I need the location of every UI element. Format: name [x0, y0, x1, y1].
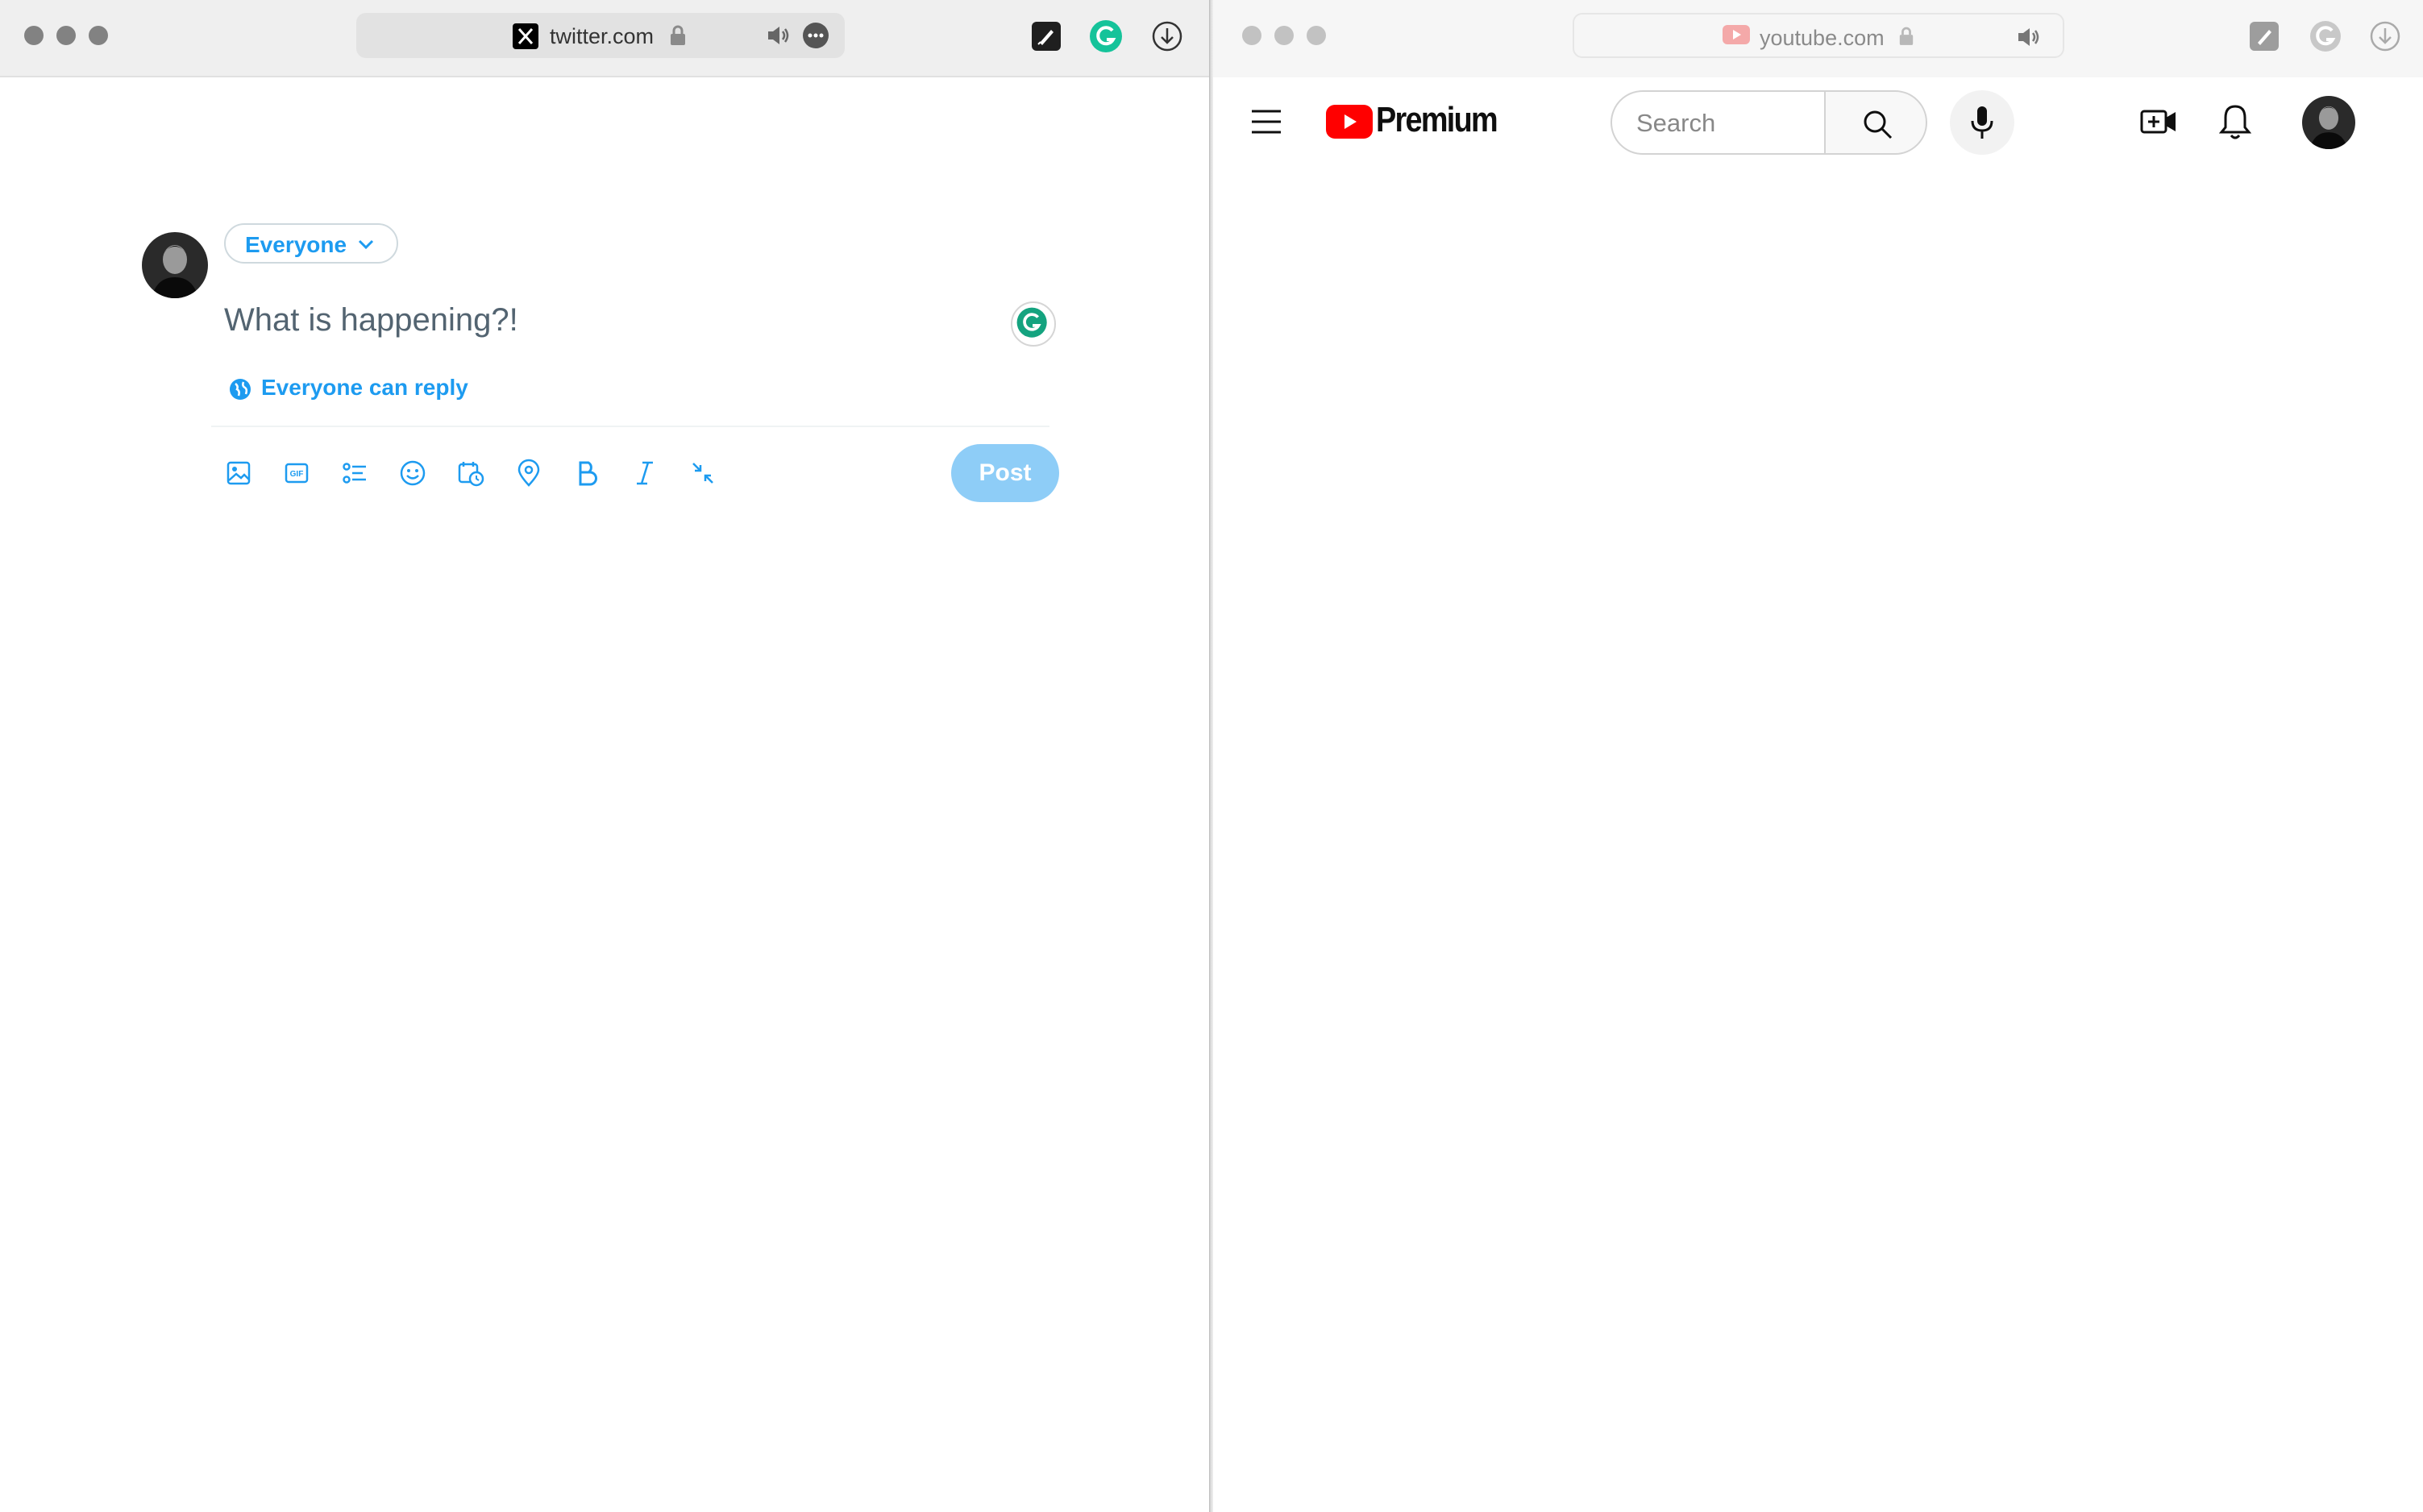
post-button[interactable]: Post	[951, 444, 1059, 502]
chevron-down-icon	[355, 233, 377, 255]
svg-text:GIF: GIF	[290, 470, 304, 479]
youtube-favicon-icon	[1723, 25, 1750, 46]
hamburger-menu-icon[interactable]	[1250, 108, 1282, 135]
search-icon	[1861, 108, 1893, 140]
grammarly-extension-icon[interactable]	[2309, 20, 2342, 52]
reply-setting-label: Everyone can reply	[261, 375, 468, 400]
italic-icon[interactable]	[630, 459, 659, 488]
grammarly-button[interactable]	[1011, 301, 1056, 347]
zoom-window-button[interactable]	[89, 26, 108, 45]
browser-titlebar: youtube.com	[1213, 0, 2423, 77]
address-bar[interactable]: twitter.com	[356, 13, 845, 58]
zoom-window-button[interactable]	[1307, 26, 1326, 45]
x-favicon-icon	[513, 23, 538, 49]
image-icon[interactable]	[224, 459, 253, 488]
address-url: twitter.com	[550, 24, 655, 48]
create-video-icon[interactable]	[2140, 105, 2177, 139]
youtube-premium-logo-text[interactable]: Premium	[1376, 100, 1498, 140]
gif-icon[interactable]: GIF	[282, 459, 311, 488]
compose-input[interactable]: What is happening?!	[224, 302, 518, 339]
emoji-icon[interactable]	[398, 459, 427, 488]
schedule-icon[interactable]	[456, 459, 485, 488]
compose-divider	[211, 426, 1049, 427]
user-avatar[interactable]	[142, 232, 208, 298]
minimize-window-button[interactable]	[56, 26, 76, 45]
lock-icon	[669, 24, 687, 47]
twitter-browser-window: twitter.com Everyone What is happening?!…	[0, 0, 1209, 1512]
grammarly-extension-icon[interactable]	[1090, 20, 1122, 52]
downloads-icon[interactable]	[1151, 20, 1183, 52]
close-window-button[interactable]	[24, 26, 44, 45]
youtube-browser-window: youtube.com Premium	[1213, 0, 2423, 1512]
lock-icon	[1898, 26, 1914, 47]
browser-titlebar: twitter.com	[0, 0, 1209, 77]
close-window-button[interactable]	[1242, 26, 1261, 45]
globe-icon	[229, 378, 251, 401]
voice-search-button[interactable]	[1950, 90, 2014, 155]
writing-extension-icon[interactable]	[2250, 22, 2279, 51]
downloads-icon[interactable]	[2369, 20, 2401, 52]
search-box[interactable]	[1610, 90, 1824, 155]
writing-extension-icon[interactable]	[1032, 22, 1061, 51]
address-url: youtube.com	[1760, 26, 1885, 50]
audience-label: Everyone	[245, 232, 347, 257]
speaker-icon[interactable]	[2016, 25, 2042, 49]
more-options-icon[interactable]	[803, 23, 829, 48]
location-icon[interactable]	[514, 459, 543, 488]
audience-selector[interactable]: Everyone	[224, 223, 398, 264]
minimize-window-button[interactable]	[1274, 26, 1294, 45]
microphone-icon	[1969, 105, 1995, 140]
bold-icon[interactable]	[572, 459, 601, 488]
notifications-bell-icon[interactable]	[2219, 103, 2251, 140]
account-avatar[interactable]	[2302, 96, 2355, 149]
search-input[interactable]	[1636, 106, 1814, 140]
search-button[interactable]	[1824, 90, 1927, 155]
poll-icon[interactable]	[340, 459, 369, 488]
speaker-icon[interactable]	[766, 23, 792, 48]
youtube-logo-icon[interactable]	[1326, 105, 1373, 139]
collapse-icon[interactable]	[688, 459, 717, 488]
address-bar[interactable]: youtube.com	[1573, 13, 2064, 58]
